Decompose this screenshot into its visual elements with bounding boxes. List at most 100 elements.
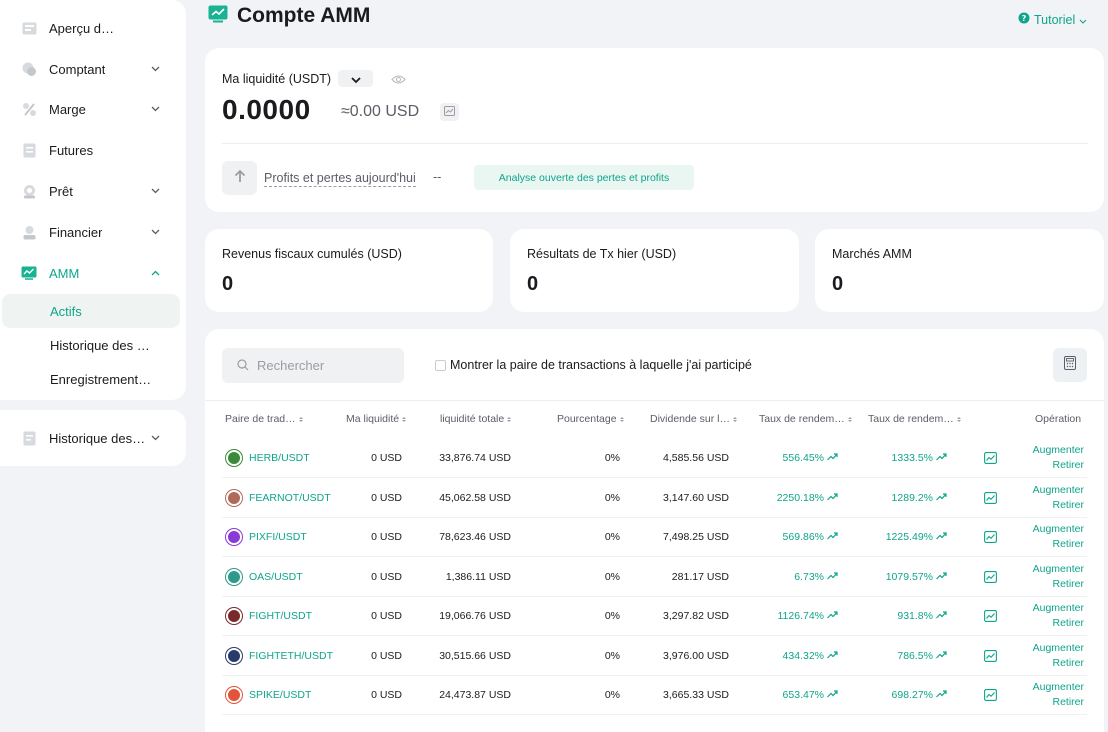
chevron-down-icon xyxy=(150,433,160,443)
yield-cell-1: 434.32% xyxy=(783,650,838,662)
pnl-analysis-button[interactable]: Analyse ouverte des pertes et profits xyxy=(474,165,694,190)
total-liquidity-cell: 1,386.11 USD xyxy=(445,570,511,583)
pnl-today-value: -- xyxy=(433,170,442,184)
chevron-up-icon xyxy=(150,268,160,278)
yield-cell-2: 931.8% xyxy=(897,610,947,622)
yield-value: 1289.2% xyxy=(891,491,933,504)
stat-card-markets: Marchés AMM 0 xyxy=(815,229,1104,312)
stat-card-revenue: Revenus fiscaux cumulés (USD) 0 xyxy=(205,229,493,312)
increase-link[interactable]: Augmenter xyxy=(1033,444,1084,457)
sidebar-item-loan[interactable]: Prêt xyxy=(0,173,186,209)
sidebar-item-amm[interactable]: AMM xyxy=(0,255,186,291)
sort-icon xyxy=(402,416,407,422)
pair-link[interactable]: HERB/USDT xyxy=(249,452,310,464)
page-header: Compte AMM xyxy=(208,4,370,28)
pair-link[interactable]: FIGHT/USDT xyxy=(249,610,312,622)
sidebar-item-history[interactable]: Historique des… xyxy=(0,420,186,456)
pair-link[interactable]: PIXFI/USDT xyxy=(249,531,307,543)
increase-link[interactable]: Augmenter xyxy=(1033,523,1084,536)
sort-icon xyxy=(619,416,624,422)
chevron-down-icon xyxy=(150,104,160,114)
col-header-yield-1[interactable]: Taux de rendem… xyxy=(759,413,852,425)
col-header-pair[interactable]: Paire de trad… xyxy=(225,413,303,425)
stat-value: 0 xyxy=(832,273,844,295)
pair-link[interactable]: SPIKE/USDT xyxy=(249,689,311,701)
margin-icon xyxy=(21,101,37,117)
svg-text:?: ? xyxy=(1022,14,1027,23)
coin-logo-icon xyxy=(226,529,242,545)
yield-value: 653.47% xyxy=(782,689,824,701)
sidebar-item-futures[interactable]: Futures xyxy=(0,132,186,168)
my-liquidity-cell: 0 USD xyxy=(371,531,402,543)
pair-link[interactable]: OAS/USDT xyxy=(249,571,303,583)
increase-link[interactable]: Augmenter xyxy=(1033,602,1084,615)
yield-value: 569.86% xyxy=(782,531,824,543)
sidebar-item-label: Aperçu d… xyxy=(49,20,115,36)
coin-logo-icon xyxy=(226,450,242,466)
trend-up-icon xyxy=(936,610,947,622)
currency-dropdown[interactable] xyxy=(338,70,373,87)
trend-up-icon xyxy=(827,571,838,583)
col-header-my-liquidity[interactable]: Ma liquidité xyxy=(346,413,407,425)
withdraw-link[interactable]: Retirer xyxy=(1052,617,1084,630)
total-liquidity-cell: 78,623.46 USD xyxy=(439,531,511,543)
participated-pairs-checkbox[interactable] xyxy=(435,360,446,371)
col-header-yield-2[interactable]: Taux de rendem… xyxy=(868,413,961,425)
withdraw-link[interactable]: Retirer xyxy=(1052,499,1084,512)
eye-icon[interactable] xyxy=(391,72,406,90)
pair-link[interactable]: FEARNOT/USDT xyxy=(249,492,331,504)
chart-icon[interactable] xyxy=(984,649,997,667)
sidebar-subitem-records[interactable]: Enregistrements… xyxy=(2,362,180,396)
chart-icon[interactable] xyxy=(984,451,997,469)
chart-icon[interactable] xyxy=(984,530,997,548)
pair-link[interactable]: FIGHTETH/USDT xyxy=(249,650,333,662)
sidebar-item-finance[interactable]: Financier xyxy=(0,214,186,250)
increase-link[interactable]: Augmenter xyxy=(1033,484,1084,497)
table-row: PIXFI/USDT 0 USD 78,623.46 USD 0% 7,498.25 U… xyxy=(205,517,1104,557)
withdraw-link[interactable]: Retirer xyxy=(1052,538,1084,551)
operation-cell: Augmenter Retirer xyxy=(1033,602,1084,630)
liquidity-chart-button[interactable] xyxy=(440,103,459,121)
col-header-total-liquidity[interactable]: liquidité totale xyxy=(440,413,512,425)
table-row: HERB/USDT 0 USD 33,876.74 USD 0% 4,585.56 US… xyxy=(205,438,1104,478)
yield-cell-1: 653.47% xyxy=(783,689,838,701)
yield-cell-1: 6.73% xyxy=(794,571,838,583)
withdraw-link[interactable]: Retirer xyxy=(1052,459,1084,472)
search-input[interactable] xyxy=(257,355,397,375)
coin-logo-icon xyxy=(226,489,242,506)
sidebar-item-label: Comptant xyxy=(49,61,106,77)
chart-icon[interactable] xyxy=(984,609,997,627)
sidebar-subitem-history[interactable]: Historique des r… xyxy=(2,328,180,362)
sidebar-item-overview[interactable]: Aperçu d… xyxy=(0,10,186,46)
yield-cell-1: 1126.74% xyxy=(777,610,838,622)
chart-icon[interactable] xyxy=(984,570,997,588)
chart-icon[interactable] xyxy=(984,688,997,706)
coin-logo-icon xyxy=(226,687,242,703)
calculator-button[interactable] xyxy=(1053,348,1087,382)
increase-link[interactable]: Augmenter xyxy=(1033,681,1084,694)
trend-up-icon xyxy=(936,689,947,701)
dividend-cell: 3,665.33 USD xyxy=(663,689,729,701)
sidebar-item-spot[interactable]: Comptant xyxy=(0,51,186,87)
chart-icon[interactable] xyxy=(984,491,997,509)
trend-up-icon xyxy=(827,689,838,701)
pnl-today-label[interactable]: Profits et pertes aujourd'hui xyxy=(264,171,416,187)
trend-up-icon xyxy=(827,452,838,464)
increase-link[interactable]: Augmenter xyxy=(1033,563,1084,576)
tutorial-link[interactable]: ? Tutoriel xyxy=(1018,12,1087,27)
col-header-percentage[interactable]: Pourcentage xyxy=(557,413,624,425)
yield-value: 1225.49% xyxy=(885,531,933,543)
sidebar-item-margin[interactable]: Marge xyxy=(0,91,186,127)
sidebar-subitem-assets[interactable]: Actifs xyxy=(2,294,180,328)
search-field[interactable] xyxy=(222,348,404,383)
withdraw-link[interactable]: Retirer xyxy=(1052,657,1084,670)
dividend-cell: 3,297.82 USD xyxy=(663,610,729,622)
tutorial-label: Tutoriel xyxy=(1034,12,1076,27)
futures-icon xyxy=(21,142,37,158)
increase-link[interactable]: Augmenter xyxy=(1033,642,1084,655)
search-icon xyxy=(237,358,249,376)
withdraw-link[interactable]: Retirer xyxy=(1052,578,1084,591)
yield-value: 698.27% xyxy=(891,689,933,701)
col-header-dividend[interactable]: Dividende sur l… xyxy=(650,413,737,425)
withdraw-link[interactable]: Retirer xyxy=(1052,696,1084,709)
